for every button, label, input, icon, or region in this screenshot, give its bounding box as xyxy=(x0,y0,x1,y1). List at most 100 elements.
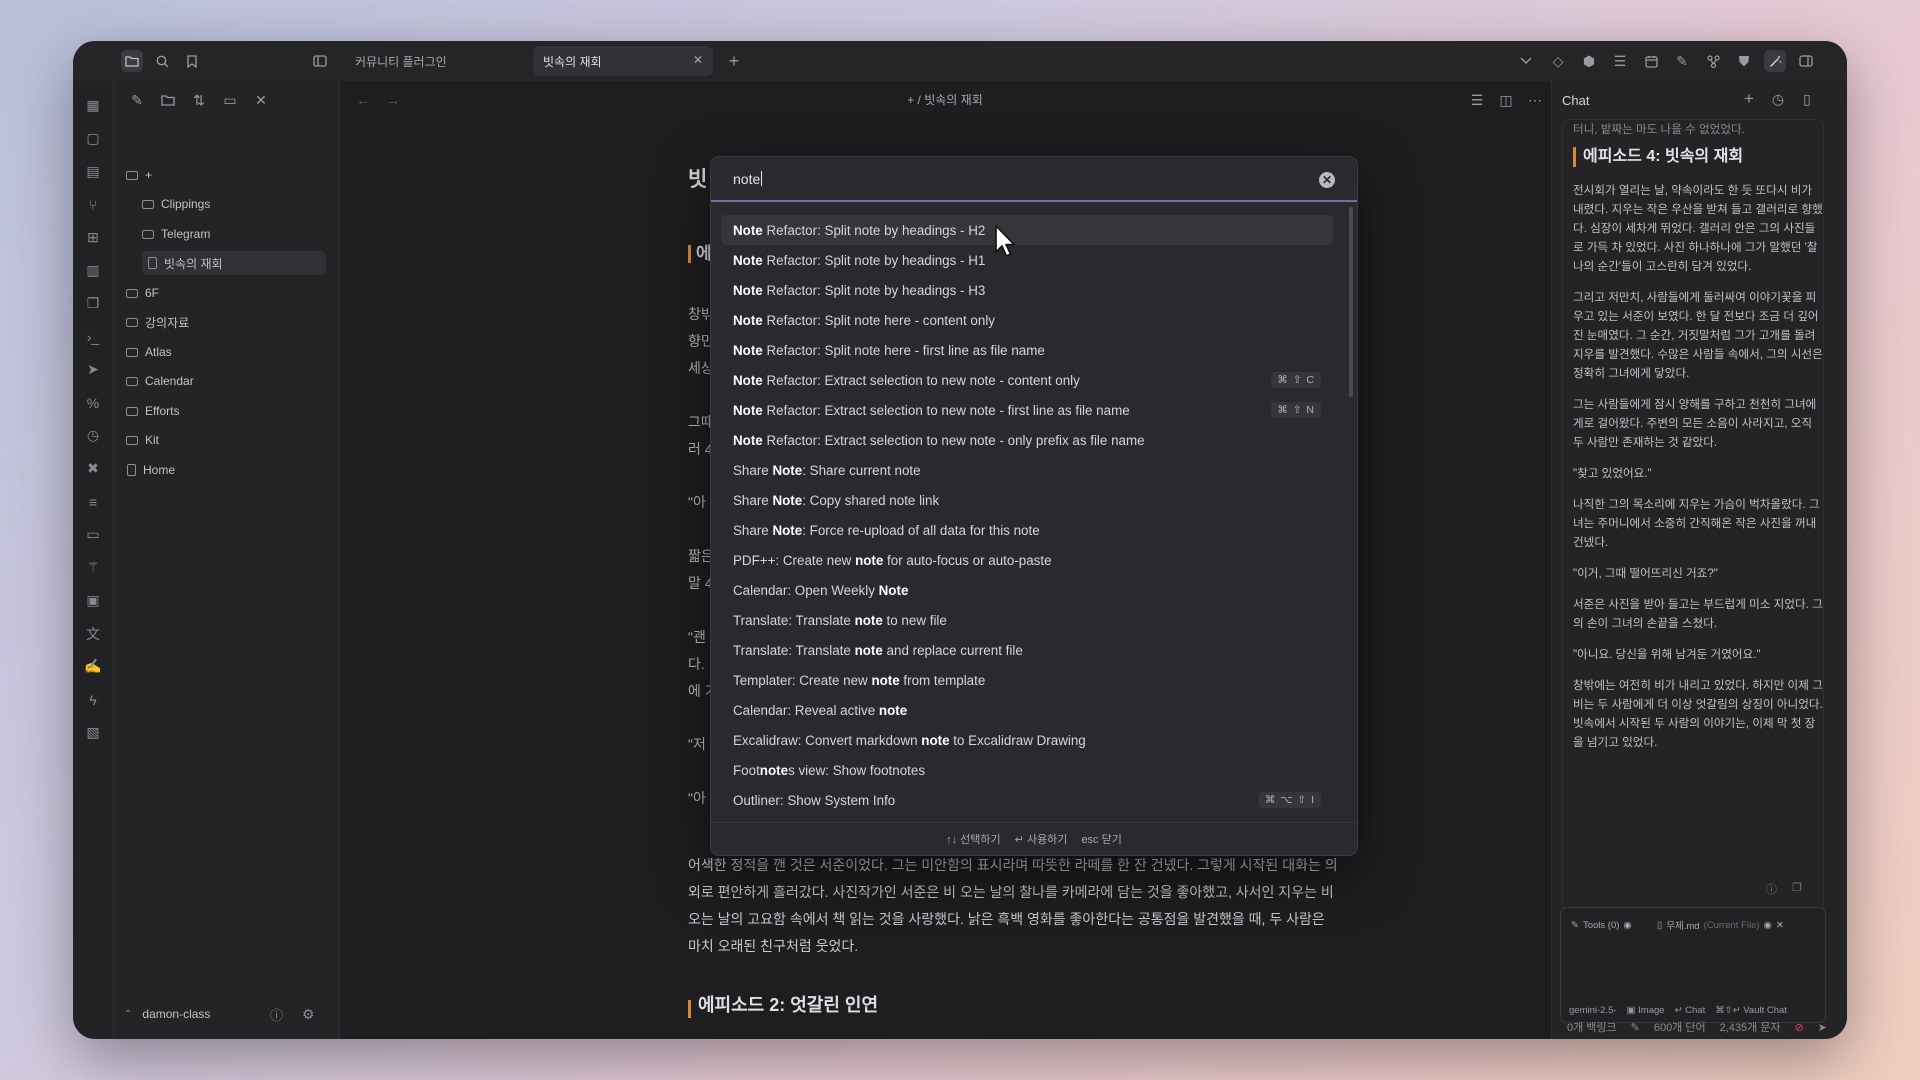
tree-file-home[interactable]: Home xyxy=(126,458,326,482)
close-tab-icon[interactable]: ✕ xyxy=(693,53,703,67)
command-item[interactable]: Footnotes view: Show footnotes xyxy=(721,755,1333,785)
tree-folder-atlas[interactable]: Atlas xyxy=(126,340,326,364)
edit-icon[interactable]: ✎ xyxy=(1671,50,1693,72)
command-query[interactable]: note xyxy=(733,171,760,187)
translate-icon[interactable]: 文 xyxy=(73,617,113,650)
sync-off-icon[interactable]: ⊘ xyxy=(1795,1021,1804,1034)
chevron-down-icon[interactable] xyxy=(1515,50,1537,72)
history-icon[interactable]: ◷ xyxy=(1767,88,1789,110)
command-item[interactable]: PDF++: Create new note for auto-focus or… xyxy=(721,545,1333,575)
command-item[interactable]: Share Note: Share current note xyxy=(721,455,1333,485)
calendar-icon[interactable]: ▥ xyxy=(73,254,113,287)
list-icon[interactable]: ☰ xyxy=(1609,50,1631,72)
chat-input-box[interactable]: ✎ Tools (0) ◉ ▯ 무제.md (Current File) ◉ ✕… xyxy=(1560,907,1826,1023)
tree-folder-telegram[interactable]: Telegram xyxy=(142,222,326,246)
send-icon[interactable]: ➤ xyxy=(1818,1021,1827,1034)
right-sidebar-icon[interactable] xyxy=(1795,50,1817,72)
command-item[interactable]: Note Refactor: Extract selection to new … xyxy=(721,425,1333,455)
command-item[interactable]: Note Refactor: Split note by headings - … xyxy=(721,245,1333,275)
tree-folder-kit[interactable]: Kit xyxy=(126,428,326,452)
gear-icon[interactable]: ⚙ xyxy=(302,1006,315,1023)
tree-folder-6f[interactable]: 6F xyxy=(126,281,326,305)
tree-folder-calendar[interactable]: Calendar xyxy=(126,369,326,393)
outline-icon[interactable]: ☰ xyxy=(1466,89,1488,111)
command-item[interactable]: Excalidraw: Convert markdown note to Exc… xyxy=(721,725,1333,755)
search-icon[interactable] xyxy=(151,50,173,72)
percent-icon[interactable]: % xyxy=(73,386,113,419)
calendar-clock-icon[interactable]: ◷ xyxy=(73,419,113,452)
tab-community-plugins[interactable]: 커뮤니티 플러그인 xyxy=(345,46,525,76)
bookmark-icon[interactable] xyxy=(181,50,203,72)
backlinks-count[interactable]: 0개 백링크 xyxy=(1567,1019,1617,1035)
terminal-icon[interactable]: ›_ xyxy=(73,320,113,353)
vault-switcher[interactable]: ⌃ damon-class ⓘ ⚙ xyxy=(124,1001,329,1027)
tree-folder-lectures[interactable]: 강의자료 xyxy=(126,310,326,334)
new-chat-icon[interactable]: + xyxy=(1738,88,1760,110)
eye-icon[interactable]: ◉ xyxy=(1764,920,1772,931)
git-icon[interactable]: ⑂ xyxy=(73,188,113,221)
breadcrumb[interactable]: + / 빗속의 재회 xyxy=(340,91,1550,108)
new-note-icon[interactable]: ✎ xyxy=(126,89,148,111)
scrollbar[interactable] xyxy=(1349,207,1353,397)
clear-search-icon[interactable]: ✕ xyxy=(1319,172,1335,188)
command-item[interactable]: Share Note: Force re-upload of all data … xyxy=(721,515,1333,545)
copy-icon[interactable]: ❐ xyxy=(73,287,113,320)
tree-file-active[interactable]: 빗속의 재회 xyxy=(142,251,326,275)
grid-icon[interactable]: ⊞ xyxy=(73,221,113,254)
new-tab-button[interactable]: + xyxy=(723,50,745,72)
graph-icon[interactable] xyxy=(1702,50,1724,72)
copy-icon[interactable]: ❐ xyxy=(1792,881,1802,894)
command-item[interactable]: Note Refactor: Split note here - content… xyxy=(721,305,1333,335)
command-item[interactable]: Note Refactor: Split note by headings - … xyxy=(721,215,1333,245)
tag-icon[interactable]: ◇ xyxy=(1547,50,1569,72)
archive-icon[interactable]: ▭ xyxy=(73,518,113,551)
folder-icon[interactable] xyxy=(121,50,143,72)
command-item[interactable]: Note Refactor: Split note by headings - … xyxy=(721,275,1333,305)
canvas-icon[interactable]: ▢ xyxy=(73,122,113,155)
lines-icon[interactable]: ≡ xyxy=(73,485,113,518)
hexagon-icon[interactable]: ⬢ xyxy=(1578,50,1600,72)
command-item[interactable]: Outliner: Show System Info ⌘ ⌥ ⇧ I xyxy=(721,785,1333,815)
sidebar-toggle-icon[interactable] xyxy=(309,50,331,72)
info-icon[interactable]: ⓘ xyxy=(1766,881,1777,897)
command-item[interactable]: Translate: Translate note to new file xyxy=(721,605,1333,635)
tab-current-note[interactable]: 빗속의 재회 ✕ xyxy=(533,46,713,76)
command-item[interactable]: Note Refactor: Extract selection to new … xyxy=(721,395,1333,425)
command-item[interactable]: Calendar: Reveal active note xyxy=(721,695,1333,725)
new-folder-icon[interactable] xyxy=(157,89,179,111)
tree-folder-efforts[interactable]: Efforts xyxy=(126,399,326,423)
command-item[interactable]: Share Note: Copy shared note link xyxy=(721,485,1333,515)
command-item[interactable]: Note Refactor: Extract selection to new … xyxy=(721,365,1333,395)
command-item[interactable]: Calendar: Open Weekly Note xyxy=(721,575,1333,605)
collapse-icon[interactable]: ▭ xyxy=(219,89,241,111)
calendar-icon[interactable] xyxy=(1640,50,1662,72)
document-icon[interactable]: ▤ xyxy=(73,155,113,188)
command-item[interactable]: Translate: Translate note and replace cu… xyxy=(721,635,1333,665)
lightning-icon[interactable]: ϟ xyxy=(73,683,113,716)
shield-icon[interactable]: ⛊ xyxy=(1733,50,1755,72)
more-icon[interactable]: ⋯ xyxy=(1524,89,1546,111)
presentation-icon[interactable]: ▣ xyxy=(73,584,113,617)
tree-folder-root[interactable]: + xyxy=(126,163,326,187)
reading-view-icon[interactable]: ◫ xyxy=(1495,89,1517,111)
command-search-field[interactable]: note ✕ xyxy=(711,157,1357,202)
magic-wand-icon[interactable] xyxy=(1764,50,1786,72)
close-icon[interactable]: ✕ xyxy=(250,89,272,111)
eye-icon[interactable]: ◉ xyxy=(1623,920,1631,931)
tools-icon[interactable]: ✖ xyxy=(73,452,113,485)
wand-icon[interactable]: ⚚ xyxy=(73,551,113,584)
remove-chip-icon[interactable]: ✕ xyxy=(1776,920,1784,931)
help-icon[interactable]: ⓘ xyxy=(270,1005,283,1024)
dashboard-icon[interactable]: ▦ xyxy=(73,89,113,122)
command-item[interactable]: Note Refactor: Split note here - first l… xyxy=(721,335,1333,365)
send-icon[interactable]: ➤ xyxy=(73,353,113,386)
sort-icon[interactable]: ⇅ xyxy=(188,89,210,111)
pencil-icon[interactable]: ✎ xyxy=(1631,1021,1640,1034)
context-file-chip[interactable]: ▯ 무제.md (Current File) ◉ ✕ xyxy=(1657,916,1784,934)
signature-icon[interactable]: ✍ xyxy=(73,650,113,683)
tools-chip[interactable]: ✎ Tools (0) ◉ xyxy=(1571,916,1632,934)
clipboard-icon[interactable]: ▧ xyxy=(73,716,113,749)
panel-icon[interactable]: ▯ xyxy=(1796,88,1818,110)
tree-folder-clippings[interactable]: Clippings xyxy=(142,192,326,216)
command-item[interactable]: Templater: Create new note from template xyxy=(721,665,1333,695)
